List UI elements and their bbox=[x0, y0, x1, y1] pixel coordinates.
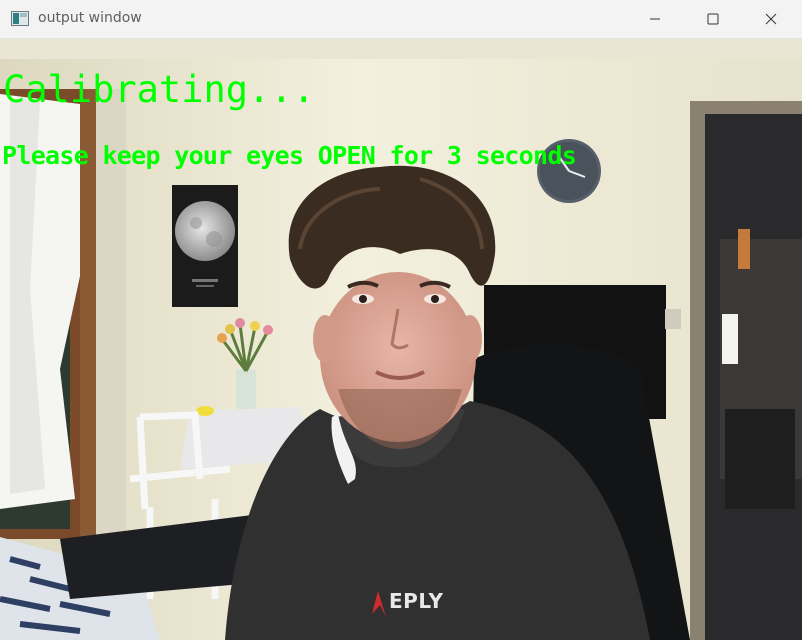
video-frame: Calibrating... Please keep your eyes OPE… bbox=[0, 39, 802, 640]
minimize-button[interactable] bbox=[626, 0, 684, 39]
doorway bbox=[690, 101, 802, 640]
app-icon bbox=[11, 11, 29, 26]
webcam-scene bbox=[0, 39, 802, 640]
close-icon bbox=[765, 10, 777, 29]
maximize-button[interactable] bbox=[684, 0, 742, 39]
calibration-status-text: Calibrating... bbox=[3, 68, 315, 111]
shirt-logo-text: EPLY bbox=[389, 589, 444, 613]
moon-poster bbox=[172, 185, 238, 307]
window-title: output window bbox=[38, 10, 142, 26]
close-button[interactable] bbox=[742, 0, 800, 39]
shirt-logo: EPLY bbox=[371, 589, 471, 629]
calibration-instruction-text: Please keep your eyes OPEN for 3 seconds bbox=[2, 141, 577, 170]
output-window: output window Calibrating... Please keep… bbox=[0, 0, 802, 640]
maximize-icon bbox=[707, 10, 719, 29]
title-bar[interactable]: output window bbox=[0, 0, 802, 39]
minimize-icon bbox=[649, 10, 661, 29]
